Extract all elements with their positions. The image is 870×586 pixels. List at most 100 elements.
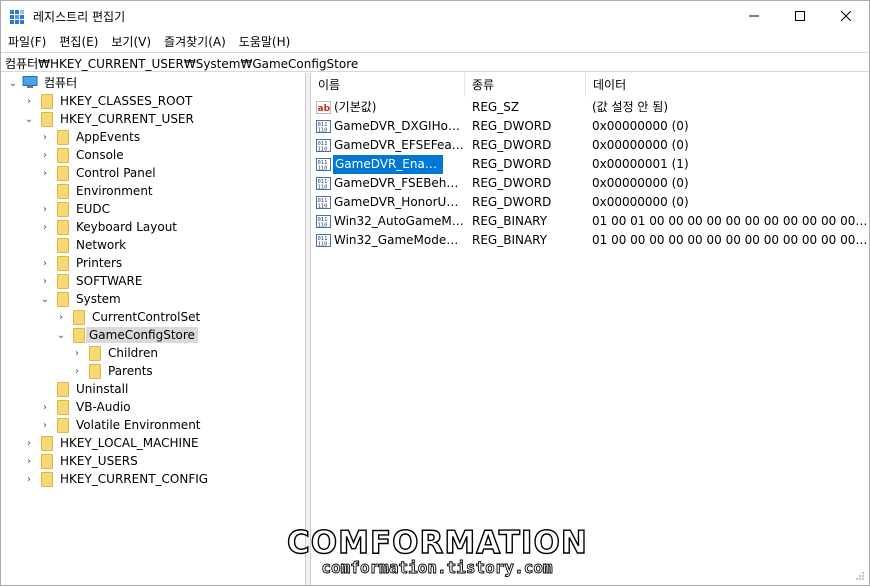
value-name: Win32_AutoGameModeDefaultProfile <box>334 214 464 228</box>
folder-icon <box>57 274 69 289</box>
folder-icon <box>57 418 69 433</box>
close-button[interactable] <box>823 1 869 31</box>
folder-icon <box>57 148 69 163</box>
tree-item-computer[interactable]: ⌄ 컴퓨터 <box>1 74 305 92</box>
chevron-down-icon[interactable]: ⌄ <box>39 290 51 308</box>
tree-item-control-panel[interactable]: › Control Panel <box>1 164 305 182</box>
tree-item-currentcontrolset[interactable]: › CurrentControlSet <box>1 308 305 326</box>
tree-item-appevents[interactable]: › AppEvents <box>1 128 305 146</box>
value-row[interactable]: 011110 GameDVR_FSEBehaviorMode REG_DWORD… <box>311 174 869 193</box>
tree-item-environment[interactable]: Environment <box>1 182 305 200</box>
value-name: (기본값) <box>334 100 377 114</box>
tree-item-hkcc[interactable]: › HKEY_CURRENT_CONFIG <box>1 470 305 488</box>
value-row[interactable]: 011110 Win32_AutoGameModeDefaultProfile … <box>311 212 869 231</box>
folder-icon <box>57 382 69 397</box>
minimize-button[interactable] <box>731 1 777 31</box>
value-row[interactable]: 011110 GameDVR_HonorUserFSEBehaviorMode … <box>311 193 869 212</box>
value-row[interactable]: 011110 GameDVR_EFSEFeatureFlags REG_DWOR… <box>311 136 869 155</box>
tree-label-hklm: HKEY_LOCAL_MACHINE <box>60 436 199 450</box>
chevron-right-icon[interactable]: › <box>39 128 51 146</box>
value-type: REG_SZ <box>472 100 520 114</box>
folder-icon <box>41 472 53 487</box>
chevron-down-icon[interactable]: ⌄ <box>7 74 19 92</box>
chevron-right-icon[interactable]: › <box>71 362 83 380</box>
tree-label-computer: 컴퓨터 <box>44 76 78 90</box>
watermark-url: comformation.tistory.com <box>321 558 553 577</box>
tree-label-console: Console <box>76 148 124 162</box>
tree-label-software: SOFTWARE <box>76 274 143 288</box>
tree-item-hku[interactable]: › HKEY_USERS <box>1 452 305 470</box>
folder-icon <box>57 256 69 271</box>
tree-item-hklm[interactable]: › HKEY_LOCAL_MACHINE <box>1 434 305 452</box>
chevron-right-icon[interactable]: › <box>39 272 51 290</box>
value-data: 0x00000000 (0) <box>592 138 689 152</box>
chevron-right-icon[interactable]: › <box>39 416 51 434</box>
menu-view[interactable]: 보기(V) <box>104 31 157 51</box>
maximize-icon <box>795 11 805 21</box>
chevron-right-icon[interactable]: › <box>23 452 35 470</box>
menu-help[interactable]: 도움말(H) <box>232 31 297 51</box>
tree-label-uninstall: Uninstall <box>76 382 129 396</box>
tree-item-children[interactable]: › Children <box>1 344 305 362</box>
tree-item-keyboard-layout[interactable]: › Keyboard Layout <box>1 218 305 236</box>
tree-item-eudc[interactable]: › EUDC <box>1 200 305 218</box>
value-row[interactable]: 011110 Win32_GameModeRelatedProcesses RE… <box>311 231 869 250</box>
chevron-right-icon[interactable]: › <box>39 146 51 164</box>
column-header-type[interactable]: 종류 <box>465 73 586 97</box>
tree-item-vb-audio[interactable]: › VB-Audio <box>1 398 305 416</box>
chevron-right-icon[interactable]: › <box>39 398 51 416</box>
value-data: 0x00000001 (1) <box>592 157 689 171</box>
tree-item-parents[interactable]: › Parents <box>1 362 305 380</box>
chevron-down-icon[interactable]: ⌄ <box>23 110 35 128</box>
chevron-right-icon[interactable]: › <box>23 470 35 488</box>
column-header-name[interactable]: 이름 <box>311 73 465 97</box>
key-tree: ⌄ 컴퓨터 › HKEY_CLASSES_ROOT ⌄ HKEY_CURRENT… <box>1 73 306 585</box>
maximize-button[interactable] <box>777 1 823 31</box>
registry-editor-window: 레지스트리 편집기 파일(F) 편집(E) 보기(V) 즐겨찾기(A) 도움말(… <box>0 0 870 586</box>
tree-label-children: Children <box>108 346 158 360</box>
resize-grip-icon[interactable] <box>855 571 865 581</box>
address-bar[interactable]: 컴퓨터₩HKEY_CURRENT_USER₩System₩GameConfigS… <box>1 52 869 72</box>
tree-label-system: System <box>76 292 121 306</box>
value-row[interactable]: 011110 GameDVR_DXGIHonorFSEWindowsCompat… <box>311 117 869 136</box>
tree-label-hku: HKEY_USERS <box>60 454 138 468</box>
value-type: REG_DWORD <box>472 157 552 171</box>
value-data: 01 00 01 00 00 00 00 00 00 00 00 00 00 0… <box>592 214 868 228</box>
tree-label-appevents: AppEvents <box>76 130 141 144</box>
menu-edit[interactable]: 편집(E) <box>52 31 104 51</box>
value-row-selected[interactable]: 011 110 GameDVR_Enabled REG_DWORD 0x00000… <box>311 155 869 174</box>
chevron-right-icon[interactable]: › <box>55 308 67 326</box>
tree-label-hkcc: HKEY_CURRENT_CONFIG <box>60 472 209 486</box>
value-name: GameDVR_HonorUserFSEBehaviorMode <box>334 195 464 209</box>
chevron-right-icon[interactable]: › <box>39 164 51 182</box>
folder-icon <box>57 130 69 145</box>
folder-icon <box>73 328 85 343</box>
chevron-right-icon[interactable]: › <box>23 92 35 110</box>
tree-item-uninstall[interactable]: Uninstall <box>1 380 305 398</box>
column-header-data[interactable]: 데이터 <box>586 73 869 97</box>
tree-item-system[interactable]: ⌄ System <box>1 290 305 308</box>
tree-item-gameconfigstore[interactable]: ⌄ GameConfigStore <box>1 326 305 344</box>
tree-item-volatile-environment[interactable]: › Volatile Environment <box>1 416 305 434</box>
menu-favorites[interactable]: 즐겨찾기(A) <box>157 31 232 51</box>
svg-text:ab: ab <box>318 104 331 114</box>
tree-item-hkcu[interactable]: ⌄ HKEY_CURRENT_USER <box>1 110 305 128</box>
chevron-right-icon[interactable]: › <box>39 218 51 236</box>
tree-item-console[interactable]: › Console <box>1 146 305 164</box>
chevron-right-icon[interactable]: › <box>39 254 51 272</box>
chevron-right-icon[interactable]: › <box>23 434 35 452</box>
tree-label-control-panel: Control Panel <box>76 166 156 180</box>
chevron-right-icon[interactable]: › <box>71 344 83 362</box>
value-data: 0x00000000 (0) <box>592 195 689 209</box>
tree-item-printers[interactable]: › Printers <box>1 254 305 272</box>
value-data: 0x00000000 (0) <box>592 176 689 190</box>
tree-item-software[interactable]: › SOFTWARE <box>1 272 305 290</box>
value-name: GameDVR_FSEBehaviorMode <box>334 176 464 190</box>
chevron-down-icon[interactable]: ⌄ <box>55 326 67 344</box>
menu-file[interactable]: 파일(F) <box>1 31 52 51</box>
tree-item-network[interactable]: Network <box>1 236 305 254</box>
value-row[interactable]: ab (기본값) REG_SZ (값 설정 안 됨) <box>311 98 869 117</box>
tree-item-hkcr[interactable]: › HKEY_CLASSES_ROOT <box>1 92 305 110</box>
tree-label-printers: Printers <box>76 256 123 270</box>
chevron-right-icon[interactable]: › <box>39 200 51 218</box>
